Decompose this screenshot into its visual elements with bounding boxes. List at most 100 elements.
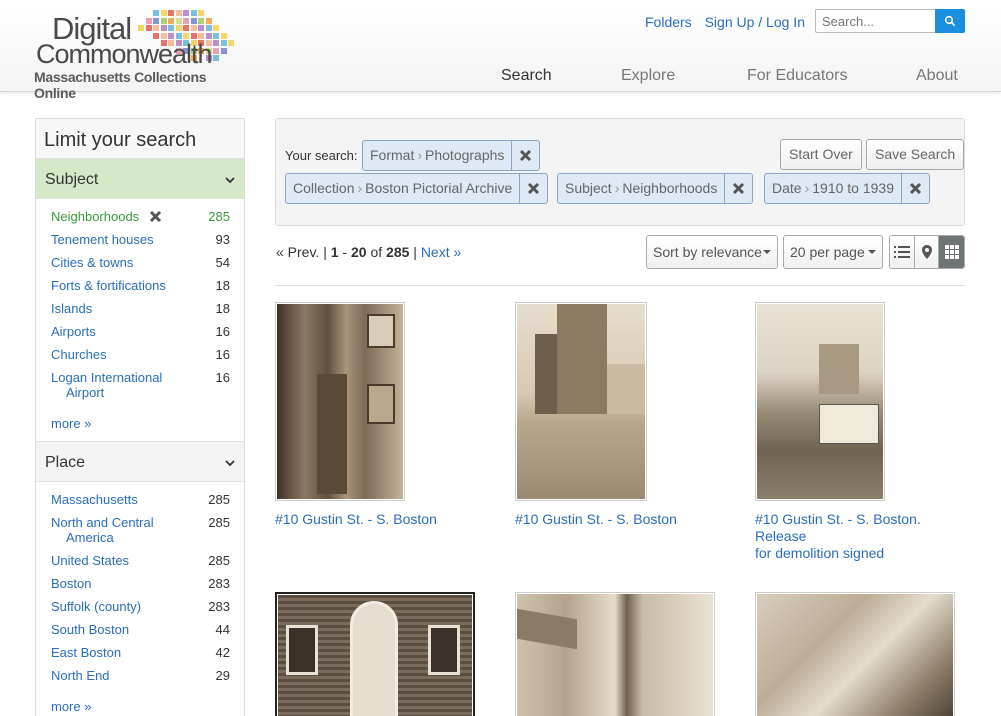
facet-place-list: Massachusetts 285 North and Central Ameri… (36, 482, 244, 716)
search-icon (944, 15, 956, 27)
facet-label[interactable]: Boston (51, 576, 91, 591)
facet-label[interactable]: Islands (51, 301, 92, 316)
result-title-link[interactable]: #10 Gustin St. - S. Boston (275, 511, 437, 528)
facet-count: 44 (215, 622, 230, 637)
next-link[interactable]: Next » (421, 244, 461, 260)
nav-search[interactable]: Search (501, 67, 552, 85)
caret-down-icon (763, 250, 771, 254)
logo-tagline: Massachusetts Collections Online (34, 69, 207, 101)
facet-item-airports[interactable]: Airports 16 (51, 320, 230, 343)
facet-label[interactable]: North End (51, 668, 110, 683)
map-view-icon (921, 245, 932, 259)
facet-label[interactable]: Airports (51, 324, 96, 339)
remove-facet-icon[interactable] (149, 210, 162, 223)
per-page-dropdown[interactable]: 20 per page (783, 235, 883, 269)
caret-down-icon (868, 250, 876, 254)
result-thumbnail[interactable] (275, 592, 475, 716)
range-end: 20 (350, 244, 367, 260)
facet-item-north-central-america[interactable]: North and Central America 285 (51, 511, 230, 549)
gallery-view-button[interactable] (939, 236, 964, 268)
constraint-text[interactable]: Subject › Neighborhoods (558, 174, 724, 203)
facet-count: 29 (215, 668, 230, 683)
constraint-text[interactable]: Collection › Boston Pictorial Archive (286, 174, 519, 203)
constraint-collection: Collection › Boston Pictorial Archive (285, 173, 549, 204)
facet-count: 283 (208, 576, 230, 591)
photo-image (757, 304, 883, 499)
facet-item-forts[interactable]: Forts & fortifications 18 (51, 274, 230, 297)
start-over-button[interactable]: Start Over (780, 139, 862, 170)
sort-label: Sort by relevance (653, 244, 762, 260)
facet-item-tenement-houses[interactable]: Tenement houses 93 (51, 228, 230, 251)
nav-about[interactable]: About (916, 67, 958, 85)
place-more-link[interactable]: more » (51, 687, 230, 716)
facet-label[interactable]: North and Central (51, 515, 154, 530)
of-label: of (370, 244, 383, 260)
sort-dropdown[interactable]: Sort by relevance (646, 235, 778, 269)
remove-constraint-button[interactable] (511, 141, 539, 170)
facet-place-header[interactable]: Place (36, 442, 244, 482)
subject-more-link[interactable]: more » (51, 404, 230, 437)
facet-label[interactable]: Churches (51, 347, 107, 362)
facet-label[interactable]: Tenement houses (51, 232, 154, 247)
facet-item-churches[interactable]: Churches 16 (51, 343, 230, 366)
list-view-button[interactable] (890, 236, 915, 268)
result-title-link[interactable]: #10 Gustin St. - S. Boston (515, 511, 677, 528)
prev-link: « Prev. (276, 244, 320, 260)
gallery-view-icon (944, 245, 959, 259)
facet-item-massachusetts[interactable]: Massachusetts 285 (51, 488, 230, 511)
facet-label[interactable]: South Boston (51, 622, 129, 637)
per-page-label: 20 per page (790, 244, 865, 260)
facet-item-cities-towns[interactable]: Cities & towns 54 (51, 251, 230, 274)
facet-label[interactable]: United States (51, 553, 129, 568)
result-thumbnail[interactable] (515, 592, 715, 716)
facet-item-islands[interactable]: Islands 18 (51, 297, 230, 320)
facet-count: 93 (215, 232, 230, 247)
map-view-button[interactable] (914, 236, 940, 268)
nav-explore[interactable]: Explore (621, 67, 675, 85)
facet-subject-list: Neighborhoods 285 Tenement houses 93 Citi… (36, 199, 244, 441)
facet-label-cont[interactable]: America (51, 530, 190, 545)
result-title-link[interactable]: #10 Gustin St. - S. Boston. Release for d… (755, 511, 970, 562)
facet-label[interactable]: Cities & towns (51, 255, 133, 270)
constraint-text[interactable]: Format › Photographs (363, 141, 511, 170)
result-thumbnail[interactable] (275, 302, 405, 501)
facet-label[interactable]: Suffolk (county) (51, 599, 141, 614)
facet-label[interactable]: East Boston (51, 645, 121, 660)
facet-label[interactable]: Logan International (51, 370, 162, 385)
constraint-subject: Subject › Neighborhoods (557, 173, 754, 204)
folders-link[interactable]: Folders (645, 14, 692, 30)
site-logo[interactable]: Digital Commonwealth Massachusetts Colle… (34, 8, 244, 101)
close-icon (528, 182, 540, 195)
search-input[interactable] (815, 9, 936, 33)
facet-item-boston[interactable]: Boston 283 (51, 572, 230, 595)
facet-label[interactable]: Forts & fortifications (51, 278, 166, 293)
constraint-text[interactable]: Date › 1910 to 1939 (765, 174, 901, 203)
facet-item-logan-airport[interactable]: Logan International Airport 16 (51, 366, 230, 404)
facet-item-united-states[interactable]: United States 285 (51, 549, 230, 572)
result-thumbnail[interactable] (755, 592, 955, 716)
facet-subject-title: Subject (45, 171, 99, 188)
remove-constraint-button[interactable] (724, 174, 752, 203)
facet-item-south-boston[interactable]: South Boston 44 (51, 618, 230, 641)
sidebar-title: Limit your search (36, 119, 244, 159)
facet-subject-header[interactable]: Subject (36, 159, 244, 199)
result-thumbnail[interactable] (755, 302, 885, 501)
result-thumbnail[interactable] (515, 302, 647, 501)
facet-label-cont[interactable]: Airport (51, 385, 190, 400)
photo-image (517, 304, 645, 499)
nav-for-educators[interactable]: For Educators (747, 67, 847, 85)
facet-item-suffolk[interactable]: Suffolk (county) 283 (51, 595, 230, 618)
facet-count: 285 (208, 209, 230, 224)
pagination-summary: « Prev. | 1 - 20 of 285 | Next » (276, 244, 462, 260)
remove-constraint-button[interactable] (519, 174, 547, 203)
facet-label[interactable]: Massachusetts (51, 492, 138, 507)
photo-image (278, 595, 472, 716)
signup-login-link[interactable]: Sign Up / Log In (705, 14, 805, 30)
facet-count: 16 (215, 370, 230, 385)
facet-item-east-boston[interactable]: East Boston 42 (51, 641, 230, 664)
photo-image (757, 594, 953, 716)
remove-constraint-button[interactable] (901, 174, 929, 203)
save-search-button[interactable]: Save Search (866, 139, 965, 170)
search-button[interactable] (935, 9, 965, 33)
facet-item-north-end[interactable]: North End 29 (51, 664, 230, 687)
